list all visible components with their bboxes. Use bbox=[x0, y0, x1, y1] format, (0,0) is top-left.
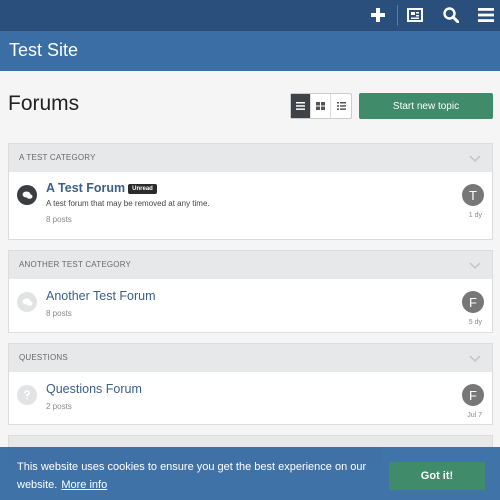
detailed-list-icon[interactable] bbox=[331, 94, 351, 118]
newspaper-icon[interactable] bbox=[404, 4, 426, 26]
forum-title-text[interactable]: A Test Forum bbox=[46, 181, 125, 195]
chevron-down-icon[interactable] bbox=[468, 152, 482, 164]
page-title: Forums bbox=[8, 92, 80, 115]
start-new-topic-button[interactable]: Start new topic bbox=[359, 93, 493, 119]
cookie-message: This website uses cookies to ensure you … bbox=[17, 458, 377, 494]
category-header[interactable]: QUESTIONS bbox=[9, 344, 492, 372]
last-post-time[interactable]: Jul 7 bbox=[467, 412, 482, 419]
category-questions: QUESTIONS Questions Forum 2 posts F Jul … bbox=[8, 343, 493, 425]
category-title: QUESTIONS bbox=[19, 353, 68, 362]
post-count: 2 posts bbox=[46, 402, 72, 411]
category-title: ANOTHER TEST CATEGORY bbox=[19, 260, 132, 269]
avatar[interactable]: T bbox=[462, 184, 484, 206]
category-header[interactable]: A TEST CATEGORY bbox=[9, 144, 492, 172]
post-count: 8 posts bbox=[46, 215, 72, 224]
last-post-time[interactable]: 1 dy bbox=[469, 212, 482, 219]
forum-description: A test forum that may be removed at any … bbox=[46, 199, 210, 208]
question-icon bbox=[17, 385, 37, 405]
forum-title-link[interactable]: Questions Forum bbox=[46, 382, 142, 396]
top-bar bbox=[0, 0, 500, 31]
menu-icon[interactable] bbox=[475, 4, 497, 26]
topbar-divider bbox=[397, 5, 398, 26]
chevron-down-icon[interactable] bbox=[468, 259, 482, 271]
grid-view-icon[interactable] bbox=[311, 94, 332, 118]
search-icon[interactable] bbox=[440, 4, 462, 26]
category-a-test-category: A TEST CATEGORY A Test Forum Unread A tes… bbox=[8, 143, 493, 240]
avatar[interactable]: F bbox=[462, 291, 484, 313]
unread-badge: Unread bbox=[128, 184, 157, 194]
post-count: 8 posts bbox=[46, 309, 72, 318]
category-another-test-category: ANOTHER TEST CATEGORY Another Test Forum… bbox=[8, 250, 493, 333]
chat-bubbles-icon bbox=[17, 185, 37, 205]
forum-title-link[interactable]: A Test Forum Unread bbox=[46, 181, 157, 195]
avatar[interactable]: F bbox=[462, 384, 484, 406]
site-header: Test Site bbox=[0, 31, 500, 71]
site-title[interactable]: Test Site bbox=[9, 40, 78, 61]
chat-bubbles-icon bbox=[17, 292, 37, 312]
more-info-link[interactable]: More info bbox=[61, 479, 107, 491]
list-view-icon[interactable] bbox=[291, 94, 312, 118]
forum-title-link[interactable]: Another Test Forum bbox=[46, 289, 156, 303]
view-mode-switcher bbox=[290, 93, 352, 119]
got-it-button[interactable]: Got it! bbox=[389, 462, 485, 490]
category-header[interactable]: ANOTHER TEST CATEGORY bbox=[9, 251, 492, 279]
last-post-time[interactable]: 5 dy bbox=[469, 319, 482, 326]
chevron-down-icon[interactable] bbox=[468, 352, 482, 364]
category-title: A TEST CATEGORY bbox=[19, 153, 96, 162]
plus-icon[interactable] bbox=[367, 4, 389, 26]
